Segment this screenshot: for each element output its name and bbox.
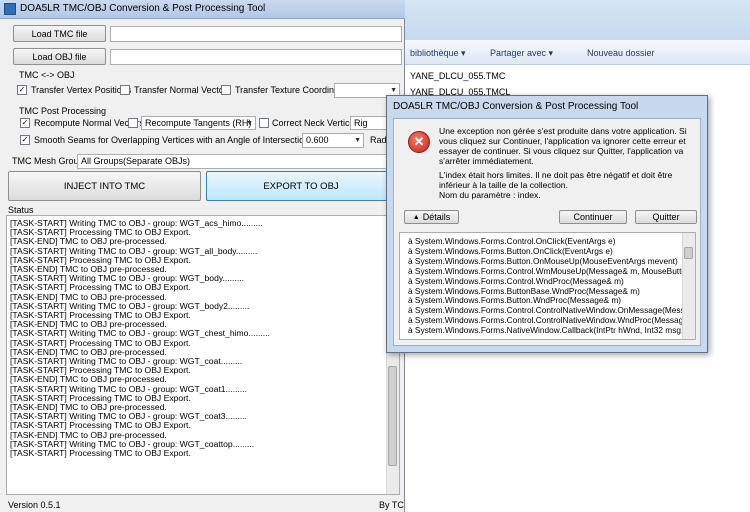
stack-trace-line: à System.Windows.Forms.Control.WndProc(M… [408,275,624,286]
window-title: DOA5LR TMC/OBJ Conversion & Post Process… [20,3,266,14]
chevron-down-icon: ▼ [354,137,361,144]
stack-scrollbar[interactable] [682,233,695,339]
stack-trace-line: à System.Windows.Forms.Button.OnClick(Ev… [408,245,613,256]
details-label: Détails [422,212,451,222]
scroll-thumb[interactable] [684,247,693,259]
transfer-vertex-checkbox[interactable]: ✓ [17,85,27,95]
status-log[interactable]: [TASK-START] Writing TMC to OBJ - group:… [6,215,400,495]
error-dialog: DOA5LR TMC/OBJ Conversion & Post Process… [386,95,708,353]
mesh-group-label: TMC Mesh Group [12,156,84,166]
app-icon [4,3,16,15]
stack-trace-line: à System.Windows.Forms.Control.ControlNa… [408,305,696,316]
stack-trace-line: à System.Windows.Forms.Button.WndProc(Me… [408,295,622,306]
quit-button[interactable]: Quitter [635,210,697,224]
stack-trace-line: à System.Windows.Forms.NativeWindow.Call… [408,325,696,336]
load-obj-button[interactable]: Load OBJ file [13,48,106,65]
inject-button[interactable]: INJECT INTO TMC [8,171,201,201]
main-window: DOA5LR TMC/OBJ Conversion & Post Process… [0,0,405,512]
export-button[interactable]: EXPORT TO OBJ [206,171,396,201]
chevron-down-icon: ▼ [246,120,253,127]
obj-path-field[interactable] [110,49,402,65]
correct-neck-label: Correct Neck Vertices [272,118,360,128]
smooth-seams-label: Smooth Seams for Overlapping Vertices wi… [34,135,348,145]
toolbar-new-folder[interactable]: Nouveau dossier [587,48,655,58]
angle-combo-value: 0.600 [306,135,329,145]
explorer-address-area [405,0,750,40]
toolbar-share[interactable]: Partager avec ▾ [490,48,553,59]
dialog-message: Une exception non gérée s'est produite d… [439,126,687,166]
dialog-param: Nom du paramètre : index. [439,190,541,200]
dialog-error-detail: L'index était hors limites. Il ne doit p… [439,170,673,190]
stack-trace-line: à System.Windows.Forms.ButtonBase.WndPro… [408,285,640,296]
log-line: [TASK-START] Processing TMC to OBJ Expor… [10,448,191,458]
stack-trace-line: à System.Windows.Forms.Control.WmMouseUp… [408,265,696,276]
angle-combo[interactable]: 0.600 ▼ [302,133,364,148]
tmc-path-field[interactable] [110,26,402,42]
status-label: Status [8,205,34,215]
file-item[interactable]: YANE_DLCU_055.TMC [410,71,505,81]
neck-combo-value: Rig [354,118,368,128]
author-label: By TC [379,500,404,510]
recompute-normals-checkbox[interactable]: ✓ [20,118,30,128]
neck-combo[interactable]: Rig [350,116,390,130]
dialog-title: DOA5LR TMC/OBJ Conversion & Post Process… [393,101,639,112]
toolbar-library[interactable]: bibliothèque ▾ [410,48,466,59]
stack-trace-line: à System.Windows.Forms.Button.OnMouseUp(… [408,255,678,266]
stack-trace-line: à System.Windows.Forms.Control.ControlNa… [408,315,696,326]
load-tmc-button[interactable]: Load TMC file [13,25,106,42]
mesh-group-combo[interactable]: All Groups(Separate OBJs) [77,154,389,169]
stack-trace-line: à System.Windows.Forms.Control.OnClick(E… [408,236,616,246]
correct-neck-checkbox[interactable] [259,118,269,128]
transfer-vertex-label: Transfer Vertex Positions [31,85,132,95]
transfer-normal-checkbox[interactable] [120,85,130,95]
details-button[interactable]: ▲ Détails [404,210,459,224]
post-processing-group-label: TMC Post Processing [19,106,107,116]
version-label: Version 0.5.1 [8,500,61,510]
dialog-body: ✕ Une exception non gérée s'est produite… [393,118,701,346]
tangents-combo-value: Recompute Tangents (RH) [145,118,252,128]
transfer-normal-label: Transfer Normal Vectors [134,85,232,95]
transfer-texture-checkbox[interactable] [221,85,231,95]
continue-button[interactable]: Continuer [559,210,627,224]
error-icon: ✕ [408,131,430,153]
smooth-seams-checkbox[interactable]: ✓ [20,135,30,145]
tmc-obj-group-label: TMC <-> OBJ [19,70,75,80]
tangents-combo[interactable]: Recompute Tangents (RH) ▼ [141,116,256,130]
stack-trace-box[interactable]: à System.Windows.Forms.Control.OnClick(E… [399,232,696,340]
recompute-tangents-checkbox[interactable] [128,118,138,128]
radius-label: Rad [370,135,387,145]
scroll-thumb[interactable] [388,366,397,466]
chevron-up-icon: ▲ [412,213,420,221]
main-titlebar: DOA5LR TMC/OBJ Conversion & Post Process… [0,0,405,19]
mesh-group-value: All Groups(Separate OBJs) [81,156,191,166]
